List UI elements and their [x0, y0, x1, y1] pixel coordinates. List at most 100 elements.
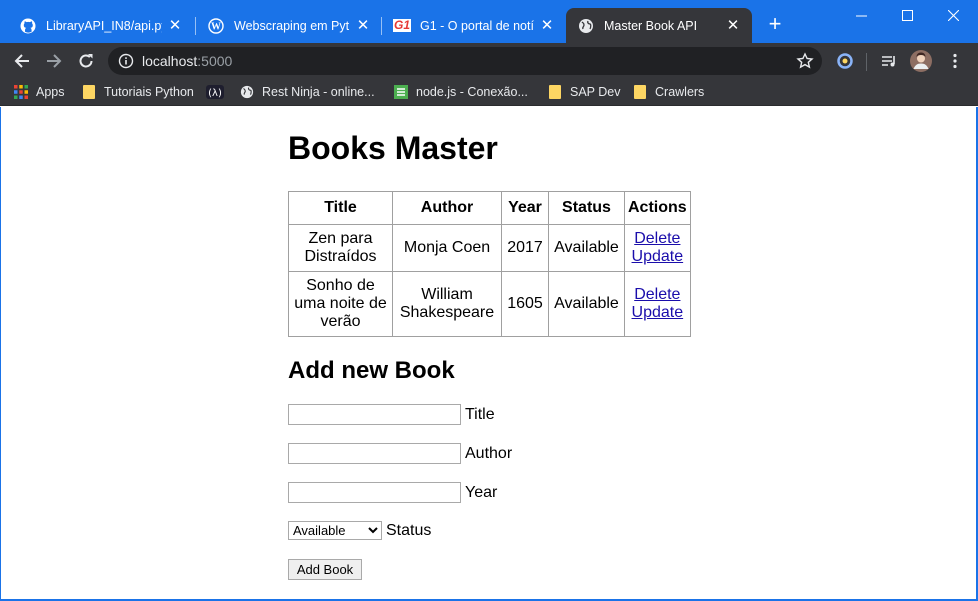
column-header-status: Status — [548, 191, 625, 225]
folder-icon — [633, 85, 647, 99]
info-icon[interactable] — [118, 53, 134, 69]
stack-icon — [394, 85, 408, 99]
tab-webscraping[interactable]: W Webscraping em Pytho ✕ — [196, 8, 382, 43]
bookmark-lambda[interactable]: (λ) — [206, 83, 224, 101]
reload-button[interactable] — [72, 47, 100, 75]
close-window-button[interactable] — [930, 0, 976, 30]
more-menu-button[interactable] — [944, 50, 966, 72]
g1-icon: G1 — [393, 18, 412, 34]
add-book-button[interactable]: Add Book — [288, 559, 362, 580]
tab-label: Master Book API — [604, 18, 698, 33]
add-book-heading: Add new Book — [288, 357, 455, 384]
table-header-row: Title Author Year Status Actions — [288, 191, 691, 225]
svg-text:(λ): (λ) — [208, 88, 222, 99]
title-label: Title — [465, 405, 495, 423]
bookmark-nodejs[interactable]: node.js - Conexão... — [394, 83, 528, 101]
page-title: Books Master — [288, 130, 498, 166]
cell-author: William Shakespeare — [392, 271, 502, 337]
column-header-title: Title — [288, 191, 393, 225]
bookmark-rest-ninja[interactable]: Rest Ninja - online... — [240, 83, 375, 101]
more-vert-icon — [953, 53, 957, 69]
address-bar[interactable]: localhost:5000 — [108, 47, 822, 75]
maximize-icon — [901, 9, 913, 21]
wordpress-icon: W — [208, 17, 224, 34]
delete-link[interactable]: Delete — [628, 286, 687, 304]
media-control-icon[interactable] — [878, 50, 900, 72]
bookmark-label: Apps — [36, 85, 65, 99]
globe-icon — [240, 85, 254, 99]
cell-year: 1605 — [501, 271, 549, 337]
close-icon[interactable]: ✕ — [540, 18, 554, 33]
minimize-icon — [855, 15, 867, 16]
maximize-button[interactable] — [884, 0, 930, 30]
github-icon — [20, 18, 36, 34]
bookmark-label: Crawlers — [655, 85, 705, 99]
tab-master-book-api[interactable]: Master Book API ✕ — [566, 8, 752, 43]
window-border — [0, 107, 1, 601]
bookmark-sap-dev[interactable]: SAP Dev — [548, 83, 621, 101]
cell-title: Sonho de uma noite de verão — [288, 271, 393, 337]
bookmark-apps[interactable]: Apps — [14, 83, 65, 101]
globe-icon — [578, 18, 594, 34]
close-icon — [947, 9, 959, 21]
cell-author: Monja Coen — [392, 224, 502, 272]
delete-link[interactable]: Delete — [628, 230, 687, 248]
tab-label: LibraryAPI_IN8/api.py a — [46, 18, 162, 33]
cell-title: Zen para Distraídos — [288, 224, 393, 272]
extension-icon[interactable] — [834, 50, 856, 72]
tab-libraryapi[interactable]: LibraryAPI_IN8/api.py a ✕ — [8, 8, 194, 43]
browser-toolbar: localhost:5000 — [0, 43, 978, 78]
svg-text:W: W — [211, 21, 221, 32]
update-link[interactable]: Update — [628, 248, 687, 266]
folder-icon — [82, 85, 96, 99]
new-tab-button[interactable]: + — [764, 13, 786, 35]
close-icon[interactable]: ✕ — [168, 18, 182, 33]
status-select[interactable]: Available — [288, 521, 382, 540]
column-header-actions: Actions — [624, 191, 691, 225]
bookmark-tutoriais-python[interactable]: Tutoriais Python — [82, 83, 194, 101]
status-label: Status — [386, 521, 432, 539]
column-header-author: Author — [392, 191, 502, 225]
g1-icon-text: G1 — [393, 18, 412, 32]
title-field-row: Title — [288, 404, 495, 425]
back-button[interactable] — [8, 47, 36, 75]
cell-status: Available — [548, 224, 625, 272]
arrow-left-icon — [14, 54, 29, 68]
reload-icon — [79, 54, 93, 68]
year-input[interactable] — [288, 482, 461, 503]
cell-status: Available — [548, 271, 625, 337]
close-icon[interactable]: ✕ — [726, 18, 740, 33]
bookmarks-bar: Apps Tutoriais Python (λ) Rest Ninja - o… — [0, 78, 978, 106]
author-label: Author — [465, 444, 513, 462]
minimize-button[interactable] — [838, 0, 884, 30]
cell-actions: Delete Update — [624, 224, 691, 272]
year-label: Year — [465, 483, 498, 501]
avatar[interactable] — [910, 50, 932, 72]
title-input[interactable] — [288, 404, 461, 425]
author-input[interactable] — [288, 443, 461, 464]
lambda-icon: (λ) — [206, 85, 224, 99]
bookmark-star-icon[interactable] — [796, 52, 814, 70]
tab-label: G1 - O portal de notícia — [420, 18, 534, 33]
browser-tab-strip: LibraryAPI_IN8/api.py a ✕ W Webscraping … — [0, 0, 978, 43]
bookmark-label: SAP Dev — [570, 85, 621, 99]
bookmark-label: Tutoriais Python — [104, 85, 194, 99]
arrow-right-icon — [47, 54, 62, 68]
table-row: Zen para Distraídos Monja Coen 2017 Avai… — [288, 224, 691, 272]
cell-actions: Delete Update — [624, 271, 691, 337]
folder-icon — [548, 85, 562, 99]
url-text: localhost:5000 — [142, 53, 232, 69]
column-header-year: Year — [501, 191, 549, 225]
close-icon[interactable]: ✕ — [356, 18, 370, 33]
tab-g1[interactable]: G1 G1 - O portal de notícia ✕ — [382, 8, 566, 43]
table-row: Sonho de uma noite de verão William Shak… — [288, 271, 691, 337]
status-field-row: Available Status — [288, 521, 431, 540]
tab-label: Webscraping em Pytho — [234, 18, 350, 33]
year-field-row: Year — [288, 482, 497, 503]
bookmark-label: node.js - Conexão... — [416, 85, 528, 99]
toolbar-divider — [866, 53, 867, 71]
forward-button[interactable] — [40, 47, 68, 75]
update-link[interactable]: Update — [628, 304, 687, 322]
bookmark-crawlers[interactable]: Crawlers — [633, 83, 704, 101]
url-port: :5000 — [197, 53, 233, 69]
